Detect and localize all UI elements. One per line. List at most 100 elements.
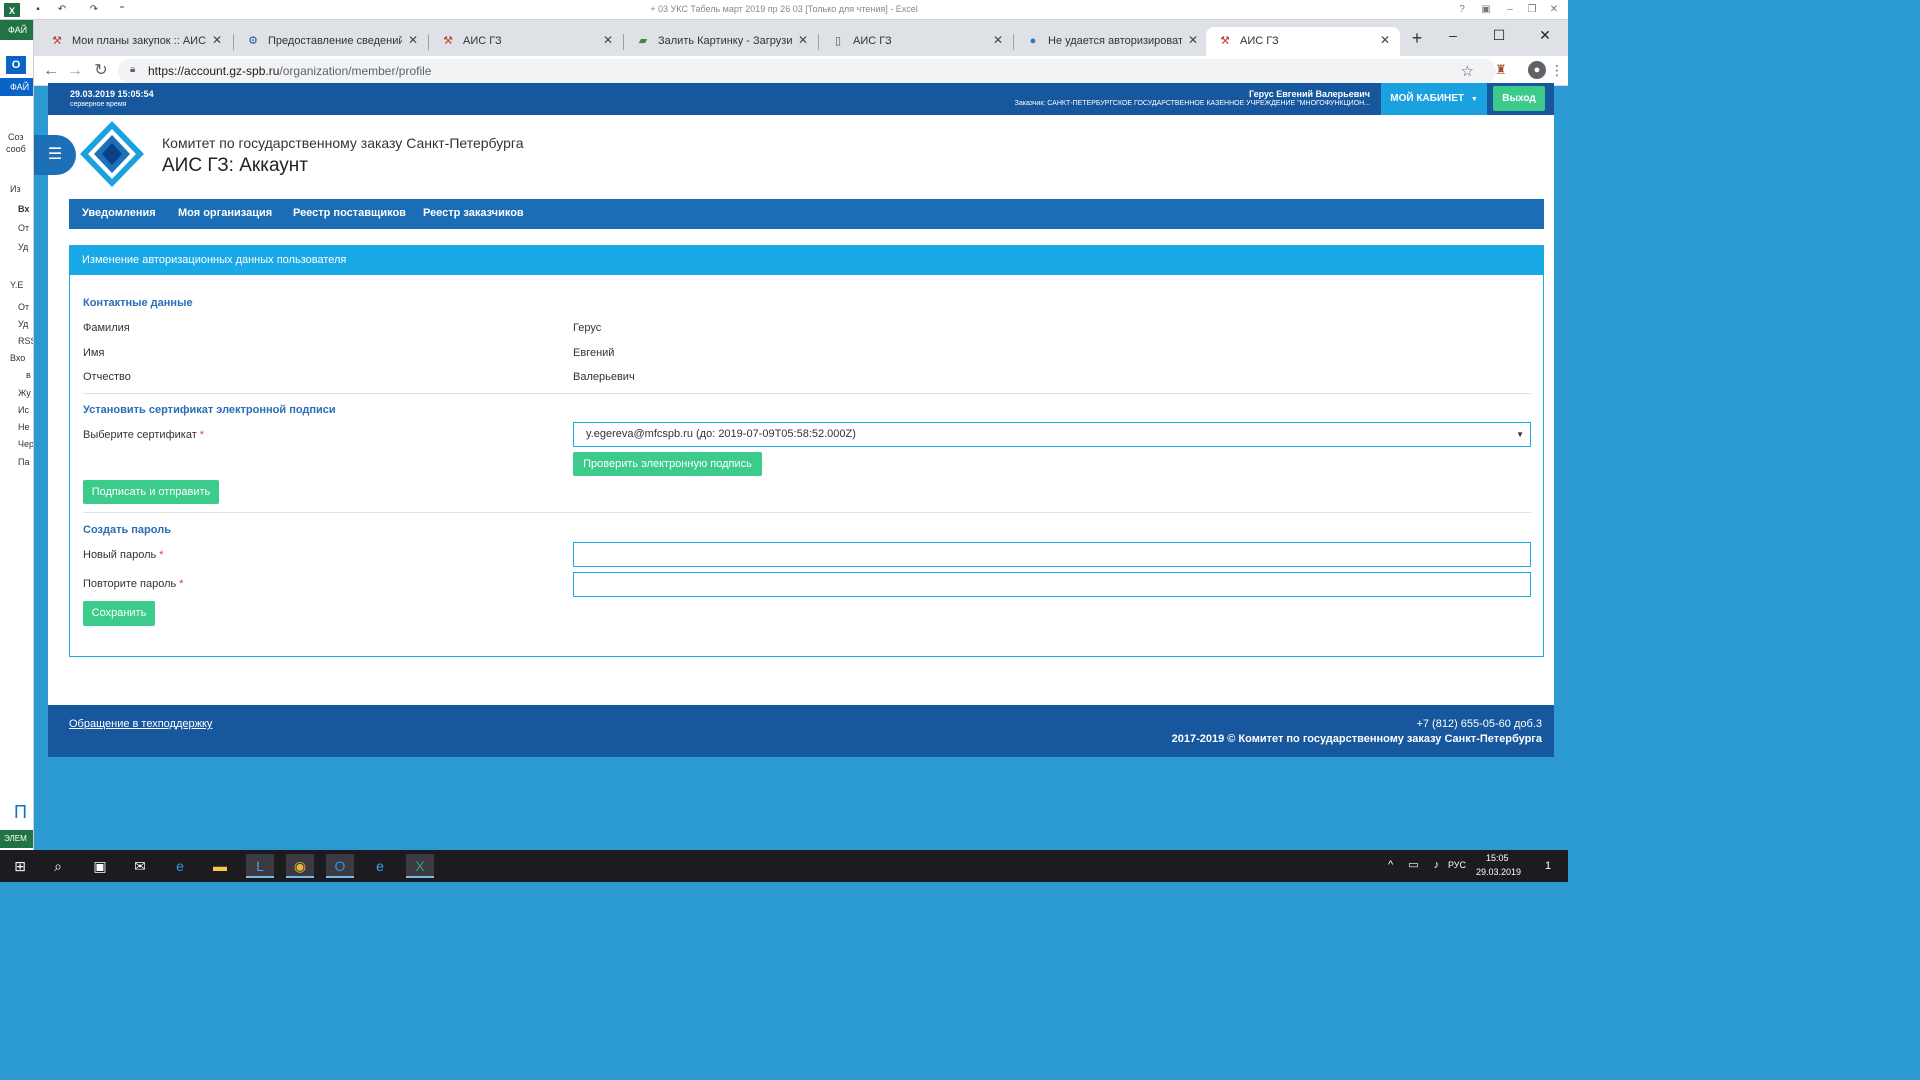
profile-avatar-icon[interactable]: ● xyxy=(1528,61,1546,79)
input-language[interactable]: РУС xyxy=(1448,860,1466,870)
maximize-icon[interactable]: ☐ xyxy=(1476,20,1522,50)
certificate-label: Выберите сертификат * xyxy=(83,429,204,441)
clock-date[interactable]: 29.03.2019 xyxy=(1476,867,1521,877)
outlook-item[interactable]: сооб xyxy=(6,144,26,154)
excel-restore-icon[interactable]: ❐ xyxy=(1522,2,1542,18)
minimize-icon[interactable]: – xyxy=(1430,20,1476,50)
chrome-icon[interactable]: ◉ xyxy=(286,854,314,878)
bookmark-star-icon[interactable]: ☆ xyxy=(1461,62,1474,80)
outlook-item[interactable]: От xyxy=(18,223,29,233)
outlook-item[interactable]: Чер xyxy=(18,439,33,449)
tab-close-icon[interactable]: ✕ xyxy=(210,33,224,47)
browser-tab[interactable]: ● Не удается авторизировать ЭЦ ✕ xyxy=(1014,27,1208,56)
sign-and-send-button[interactable]: Подписать и отправить xyxy=(83,480,219,504)
outlook-item[interactable]: Не xyxy=(18,422,30,432)
check-signature-button[interactable]: Проверить электронную подпись xyxy=(573,452,762,476)
divider xyxy=(83,512,1531,513)
exit-button[interactable]: Выход xyxy=(1493,86,1545,111)
nav-item-my-organization[interactable]: Моя организация xyxy=(178,207,272,219)
profile-panel: Изменение авторизационных данных пользов… xyxy=(69,245,1544,657)
store-icon[interactable]: ▣ xyxy=(86,854,114,878)
dropdown-arrow-icon: ▼ xyxy=(1516,430,1524,439)
excel-close-icon[interactable]: ✕ xyxy=(1544,2,1564,18)
back-arrow-icon[interactable]: ← xyxy=(40,60,62,82)
patronymic-value: Валерьевич xyxy=(573,371,635,383)
support-phone: +7 (812) 655-05-60 доб.3 xyxy=(1416,718,1542,730)
outlook-item[interactable]: Жу xyxy=(18,388,31,398)
browser-tab[interactable]: ⚙ Предоставление сведений из Е ✕ xyxy=(234,27,428,56)
tab-close-icon[interactable]: ✕ xyxy=(1378,33,1392,47)
file-explorer-icon[interactable]: ▬ xyxy=(206,854,234,878)
url-text[interactable]: https://account.gz-spb.ru/organization/m… xyxy=(148,64,431,78)
excel-ribbon-options-icon[interactable]: ▣ xyxy=(1476,2,1496,18)
support-link[interactable]: Обращение в техподдержку xyxy=(69,718,212,730)
tab-close-icon[interactable]: ✕ xyxy=(406,33,420,47)
tab-close-icon[interactable]: ✕ xyxy=(601,33,615,47)
tab-title: АИС ГЗ xyxy=(463,35,502,47)
browser-tab[interactable]: ▰ Залить Картинку - Загрузить фо ✕ xyxy=(624,27,818,56)
extension-icon[interactable]: ♜ xyxy=(1492,61,1510,79)
outlook-taskbar-icon[interactable]: O xyxy=(326,854,354,878)
excel-help-button[interactable]: ? xyxy=(1452,2,1472,18)
close-window-icon[interactable]: ✕ xyxy=(1522,20,1568,50)
search-icon[interactable]: ⌕ xyxy=(44,854,72,878)
outlook-item[interactable]: Вх xyxy=(18,204,29,214)
excel-taskbar-icon[interactable]: X xyxy=(406,854,434,878)
tab-close-icon[interactable]: ✕ xyxy=(991,33,1005,47)
tab-close-icon[interactable]: ✕ xyxy=(796,33,810,47)
outlook-item[interactable]: в xyxy=(26,370,31,380)
clock-time[interactable]: 15:05 xyxy=(1486,853,1509,863)
outlook-file-tab[interactable]: ФАЙ xyxy=(0,78,33,96)
outlook-item[interactable]: Вхо xyxy=(10,353,25,363)
hammer-favicon-icon: ⚒ xyxy=(52,35,62,47)
browser-window: ⚒ Мои планы закупок :: АИС ГЗ ✕ ⚙ Предос… xyxy=(34,20,1568,850)
outlook-item[interactable]: Y.E xyxy=(10,280,23,290)
tab-title: Мои планы закупок :: АИС ГЗ xyxy=(72,35,206,47)
outlook-item[interactable]: Из xyxy=(10,184,21,194)
first-name-label: Имя xyxy=(83,347,105,359)
hamburger-menu-icon[interactable]: ☰ xyxy=(34,135,76,175)
tab-title: Залить Картинку - Загрузить фо xyxy=(658,35,792,47)
system-tray-icons[interactable]: ^ ▭ ♪ xyxy=(1388,858,1445,871)
windows-start-icon[interactable]: ⊞ xyxy=(6,854,34,878)
excel-file-tab[interactable]: ФАЙ xyxy=(0,20,33,40)
mail-icon[interactable]: ✉ xyxy=(126,854,154,878)
outlook-item[interactable]: Уд xyxy=(18,319,28,329)
new-password-label-text: Новый пароль xyxy=(83,549,157,561)
address-bar[interactable]: 🔒︎ https://account.gz-spb.ru/organizatio… xyxy=(118,59,1496,83)
browser-tab-active[interactable]: ⚒ АИС ГЗ ✕ xyxy=(1206,27,1400,56)
browser-menu-icon[interactable]: ⋮ xyxy=(1550,61,1564,79)
save-button[interactable]: Сохранить xyxy=(83,601,155,626)
nav-item-suppliers-registry[interactable]: Реестр поставщиков xyxy=(293,207,406,219)
nav-item-customers-registry[interactable]: Реестр заказчиков xyxy=(423,207,524,219)
certificate-select[interactable]: y.egereva@mfcspb.ru (до: 2019-07-09T05:5… xyxy=(573,422,1531,447)
outlook-item[interactable]: Соз xyxy=(8,132,24,142)
required-mark: * xyxy=(199,429,205,441)
new-tab-plus-icon[interactable]: + xyxy=(1406,28,1428,50)
outlook-item[interactable]: Па xyxy=(18,457,29,467)
new-password-input[interactable] xyxy=(573,542,1531,567)
tab-close-icon[interactable]: ✕ xyxy=(1186,33,1200,47)
contacts-section-title: Контактные данные xyxy=(83,297,193,309)
certificate-label-text: Выберите сертификат xyxy=(83,429,197,441)
notification-center-icon[interactable]: 1 xyxy=(1540,858,1556,874)
outlook-item[interactable]: От xyxy=(18,302,29,312)
my-cabinet-button[interactable]: МОЙ КАБИНЕТ ▼ xyxy=(1381,83,1487,115)
reload-icon[interactable]: ↻ xyxy=(90,60,112,82)
forward-arrow-icon[interactable]: → xyxy=(64,60,86,82)
outlook-item[interactable]: RSS xyxy=(18,336,33,346)
edge-icon[interactable]: e xyxy=(166,854,194,878)
browser-tab[interactable]: ▯ АИС ГЗ ✕ xyxy=(819,27,1013,56)
nav-item-notifications[interactable]: Уведомления xyxy=(82,207,156,219)
repeat-password-input[interactable] xyxy=(573,572,1531,597)
excel-minimize-icon[interactable]: – xyxy=(1500,2,1520,18)
browser-tab[interactable]: ⚒ Мои планы закупок :: АИС ГЗ ✕ xyxy=(38,27,232,56)
lync-icon[interactable]: L xyxy=(246,854,274,878)
browser-tab[interactable]: ⚒ АИС ГЗ ✕ xyxy=(429,27,623,56)
lock-icon[interactable]: 🔒︎ xyxy=(130,65,140,75)
outlook-item[interactable]: Ис xyxy=(18,405,29,415)
outlook-item[interactable]: Уд xyxy=(18,242,28,252)
first-name-value: Евгений xyxy=(573,347,615,359)
internet-explorer-icon[interactable]: e xyxy=(366,854,394,878)
site-footer: Обращение в техподдержку +7 (812) 655-05… xyxy=(48,705,1554,757)
